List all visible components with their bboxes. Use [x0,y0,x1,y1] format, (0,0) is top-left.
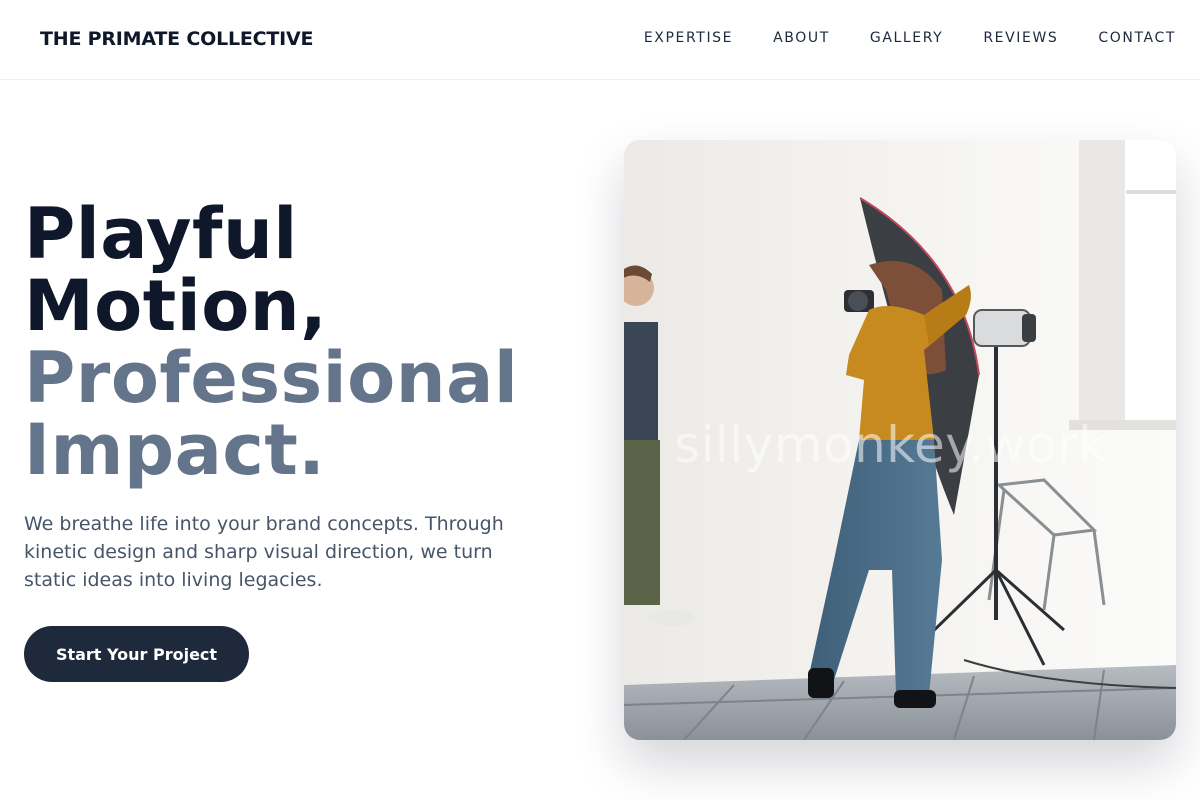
start-project-button[interactable]: Start Your Project [24,626,249,682]
hero-image: sillymonkey.work [624,140,1176,740]
nav-reviews[interactable]: REVIEWS [983,30,1058,46]
brand-logo[interactable]: THE PRIMATE COLLECTIVE [40,28,314,50]
hero-description: We breathe life into your brand concepts… [24,513,504,591]
hero-title-line-4: Impact. [24,409,326,491]
nav-gallery[interactable]: GALLERY [870,30,943,46]
nav-contact[interactable]: CONTACT [1098,30,1176,46]
nav-expertise[interactable]: EXPERTISE [644,30,733,46]
nav-about[interactable]: ABOUT [773,30,830,46]
main-nav: EXPERTISE ABOUT GALLERY REVIEWS CONTACT [644,30,1176,46]
photo-studio-illustration [624,140,1176,740]
hero-title-line-3: Professional [24,337,519,419]
site-header: THE PRIMATE COLLECTIVE EXPERTISE ABOUT G… [0,0,1200,80]
hero-title: Playful Motion, Professional Impact. [24,198,584,486]
hero-title-line-2: Motion, [24,265,328,347]
hero-title-line-1: Playful [24,193,298,275]
